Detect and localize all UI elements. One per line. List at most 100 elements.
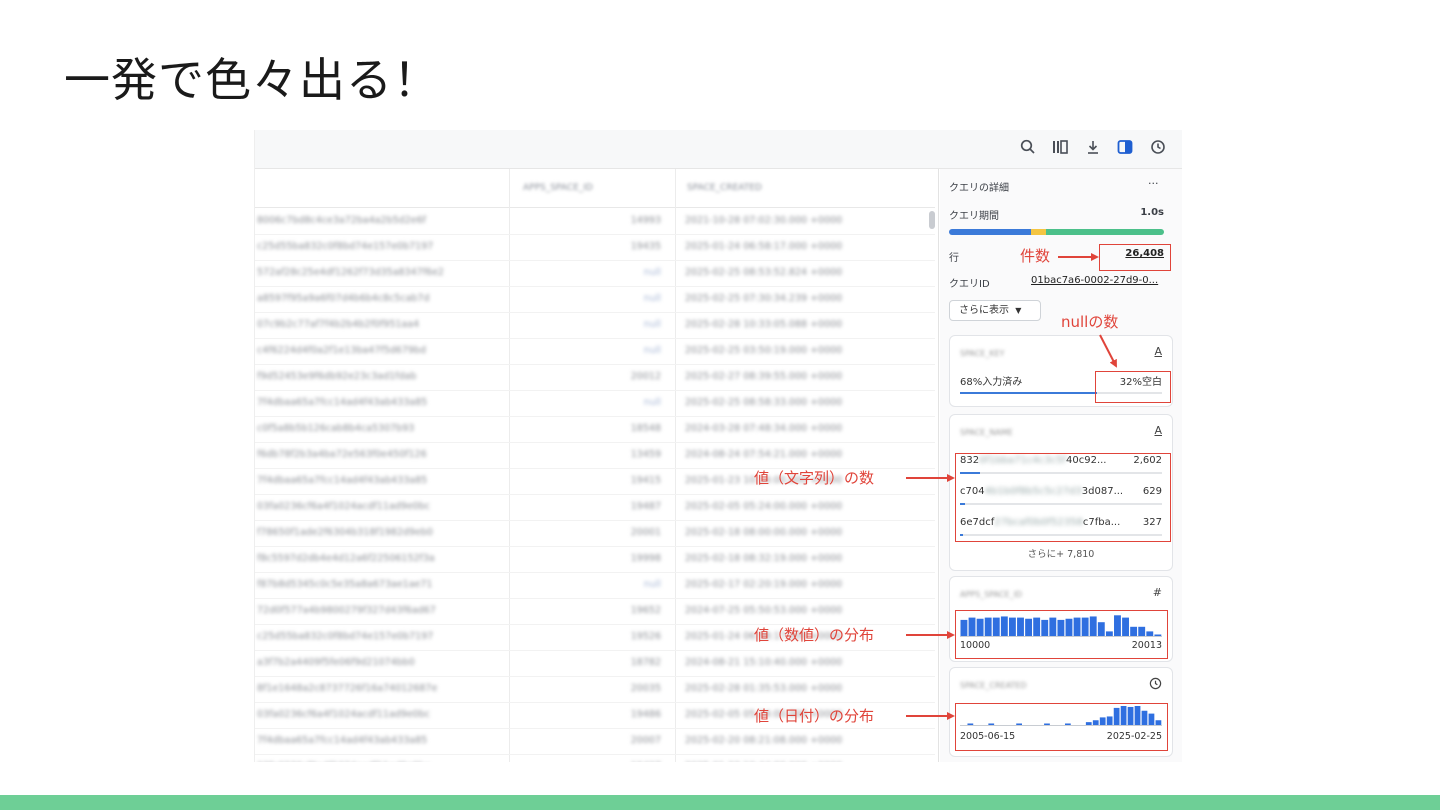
- table-cell: 572af28c25e4df1262f73d35a8347f6e2: [257, 267, 444, 278]
- table-cell: 8f1e1648a2c8737726f16a74012687e: [257, 683, 438, 694]
- table-cell: f78650f1ade2f6304b318f1982d9eb0: [257, 527, 433, 538]
- panel-menu-button[interactable]: ···: [1148, 177, 1159, 190]
- column-name: SPACE_KEY: [960, 349, 1005, 358]
- column-header[interactable]: APPS_SPACE_ID: [523, 183, 593, 197]
- table-cell: 2025-01-24 06:58:17.000 +0000: [685, 241, 843, 252]
- search-icon[interactable]: [1018, 138, 1038, 158]
- table-cell: 7f4dbaa65a7fcc14ad4f43ab433a85: [257, 475, 428, 486]
- table-cell: 19487: [630, 501, 661, 512]
- column-header[interactable]: SPACE_CREATED: [687, 183, 762, 197]
- duration-bar: [949, 229, 1164, 235]
- table-cell: null: [643, 293, 661, 304]
- table-row[interactable]: 72d0f577a4b9800279f327d43f6ad67 19652 2024…: [255, 598, 935, 625]
- table-cell: 7f4dbaa65a7fcc14ad4f43ab433a85: [257, 735, 428, 746]
- app-screenshot: APPS_SPACE_ID SPACE_CREATED 8006c7bd8c4c…: [254, 130, 1182, 762]
- table-row[interactable]: a3f7b2a4409f5fe06f9d21074bb0 18782 2024-08…: [255, 650, 935, 677]
- table-cell: 7f4dbaa65a7fcc14ad4f43ab433a85: [257, 397, 428, 408]
- annotation-box-numeric-dist: [955, 610, 1168, 659]
- more-values[interactable]: さらに+ 7,810: [950, 546, 1172, 560]
- table-cell: 07c9b2c77af7f4b2b4b2f0f951aa4: [257, 319, 420, 330]
- table-cell: 18782: [630, 657, 661, 668]
- table-cell: f6db78f2b3a4ba72e563f0e450f126: [257, 449, 427, 460]
- table-cell: c4f6224d4f0a2f1e13ba47f5d679bd: [257, 345, 426, 356]
- table-cell: 2024-07-25 05:50:53.000 +0000: [685, 605, 843, 616]
- table-header: APPS_SPACE_ID SPACE_CREATED: [255, 174, 935, 208]
- table-row[interactable]: 07c9b2c77af7f4b2b4b2f0f951aa4 null 2025-02…: [255, 312, 935, 339]
- text-type-icon: A: [1154, 424, 1162, 437]
- table-cell: a8597f95a9a6f07d4b6b4c8c5cab7d: [257, 293, 430, 304]
- duration-value: 1.0s: [1140, 207, 1164, 218]
- panel-title: クエリの詳細: [949, 183, 1009, 194]
- table-row[interactable]: 8f1e1648a2c8737726f16a74012687e 20035 2025…: [255, 676, 935, 703]
- panel-toggle-icon[interactable]: [1115, 138, 1135, 158]
- table-row[interactable]: 8006c7bd8c4ce3a72ba4a2b5d2e6f 14993 2021-1…: [255, 208, 935, 235]
- column-name: APPS_SPACE_ID: [960, 590, 1023, 599]
- annotation-box-null-count: [1095, 371, 1171, 403]
- table-cell: 2025-02-25 03:50:19.000 +0000: [685, 345, 843, 356]
- table-cell: 2025-02-28 10:33:05.088 +0000: [685, 319, 843, 330]
- bottom-accent-bar: [0, 795, 1440, 810]
- table-row[interactable]: 7f4dbaa65a7fcc14ad4f43ab433a85 null 2025-0…: [255, 390, 935, 417]
- table-cell: 20001: [630, 527, 661, 538]
- table-cell: 20035: [630, 683, 661, 694]
- table-cell: 20007: [630, 735, 661, 746]
- table-row[interactable]: 572af28c25e4df1262f73d35a8347f6e2 null 202…: [255, 260, 935, 287]
- table-cell: 2025-02-25 08:58:33.000 +0000: [685, 397, 843, 408]
- table-row[interactable]: 03fa0236cf6a4f1024acdf11ad9e0bc 19487 2025…: [255, 494, 935, 521]
- annotation-box-value-count: [955, 453, 1171, 542]
- table-cell: f87b8d5345c0c5e35a8a673ae1ae71: [257, 579, 433, 590]
- columns-icon[interactable]: [1050, 138, 1070, 158]
- panel-divider: [938, 169, 939, 762]
- query-id-link[interactable]: 01bac7a6-0002-27d9-0...: [1031, 275, 1158, 286]
- chevron-down-icon: ▼: [1015, 306, 1022, 315]
- toolbar: [255, 130, 1182, 169]
- table-row[interactable]: c4f6224d4f0a2f1e13ba47f5d679bd null 2025-0…: [255, 338, 935, 365]
- history-icon[interactable]: [1148, 138, 1168, 158]
- table-cell: 2025-02-27 08:39:55.000 +0000: [685, 371, 843, 382]
- table-cell: null: [643, 579, 661, 590]
- filled-label: 68%入力済み: [960, 377, 1023, 388]
- table-cell: 2024-03-28 07:48:34.000 +0000: [685, 423, 843, 434]
- table-cell: null: [643, 397, 661, 408]
- table-cell: 03fa0236cf6a4f1024acdf11ad9e0bc: [257, 709, 430, 720]
- annotation-row-count: 件数: [1020, 247, 1051, 265]
- table-cell: 19652: [630, 605, 661, 616]
- table-row[interactable]: c25d55ba832c0f8bd74e157e0b7197 19435 2025-…: [255, 234, 935, 261]
- annotation-date-dist: 値（日付）の分布: [754, 707, 875, 725]
- fill-bar: [960, 392, 1098, 394]
- download-icon[interactable]: [1083, 138, 1103, 158]
- table-row[interactable]: a8597f95a9a6f07d4b6b4c8c5cab7d null 2025-0…: [255, 286, 935, 313]
- table-cell: 8006c7bd8c4ce3a72ba4a2b5d2e6f: [257, 215, 426, 226]
- table-cell: c25d55ba832c0f8bd74e157e0b7197: [257, 241, 434, 252]
- table-cell: 2025-02-18 08:00:00.000 +0000: [685, 527, 843, 538]
- duration-label: クエリ期間: [949, 211, 999, 222]
- table-row[interactable]: f8c5597d2db4e4d12a6f22506152f3a 19998 2025…: [255, 546, 935, 573]
- table-cell: 19415: [630, 475, 661, 486]
- table-cell: 03fa0236cf6a4f1024acdf11ad9e0bc: [257, 761, 507, 762]
- duration-segment: [1045, 229, 1164, 235]
- text-type-icon: A: [1154, 345, 1162, 358]
- table-row[interactable]: c0f5a8b5b126cab8b4ca5307b93 18548 2024-03-…: [255, 416, 935, 443]
- table-row[interactable]: f78650f1ade2f6304b318f1982d9eb0 20001 2025…: [255, 520, 935, 547]
- table-row[interactable]: 7f4dbaa65a7fcc14ad4f43ab433a85 20007 2025-…: [255, 728, 935, 755]
- table-cell: f9d52453e9f6db92e23c3ad1fdab: [257, 371, 417, 382]
- table-row[interactable]: f9d52453e9f6db92e23c3ad1fdab 20012 2025-02…: [255, 364, 935, 391]
- results-table: APPS_SPACE_ID SPACE_CREATED 8006c7bd8c4c…: [255, 169, 935, 762]
- table-cell: 19427: [513, 761, 661, 762]
- show-more-button[interactable]: さらに表示 ▼: [949, 300, 1041, 321]
- table-cell: 13459: [630, 449, 661, 460]
- annotation-box-date-dist: [955, 703, 1168, 751]
- table-row[interactable]: 03fa0236cf6a4f1024acdf11ad9e0bc 19427 2025…: [255, 754, 935, 762]
- duration-segment: [949, 229, 1031, 235]
- table-cell: 2021-10-28 07:02:30.000 +0000: [685, 215, 843, 226]
- column-name: SPACE_CREATED: [960, 681, 1027, 690]
- scrollbar[interactable]: [929, 211, 935, 229]
- table-cell: 2025-02-25 07:30:34.239 +0000: [685, 293, 843, 304]
- annotation-numeric-dist: 値（数値）の分布: [754, 626, 875, 644]
- table-cell: 72d0f577a4b9800279f327d43f6ad67: [257, 605, 436, 616]
- column-name: SPACE_NAME: [960, 428, 1013, 437]
- table-cell: f8c5597d2db4e4d12a6f22506152f3a: [257, 553, 435, 564]
- table-row[interactable]: f6db78f2b3a4ba72e563f0e450f126 13459 2024-…: [255, 442, 935, 469]
- table-row[interactable]: f87b8d5345c0c5e35a8a673ae1ae71 null 2025-0…: [255, 572, 935, 599]
- table-cell: 2025-02-25 08:53:52.824 +0000: [685, 267, 843, 278]
